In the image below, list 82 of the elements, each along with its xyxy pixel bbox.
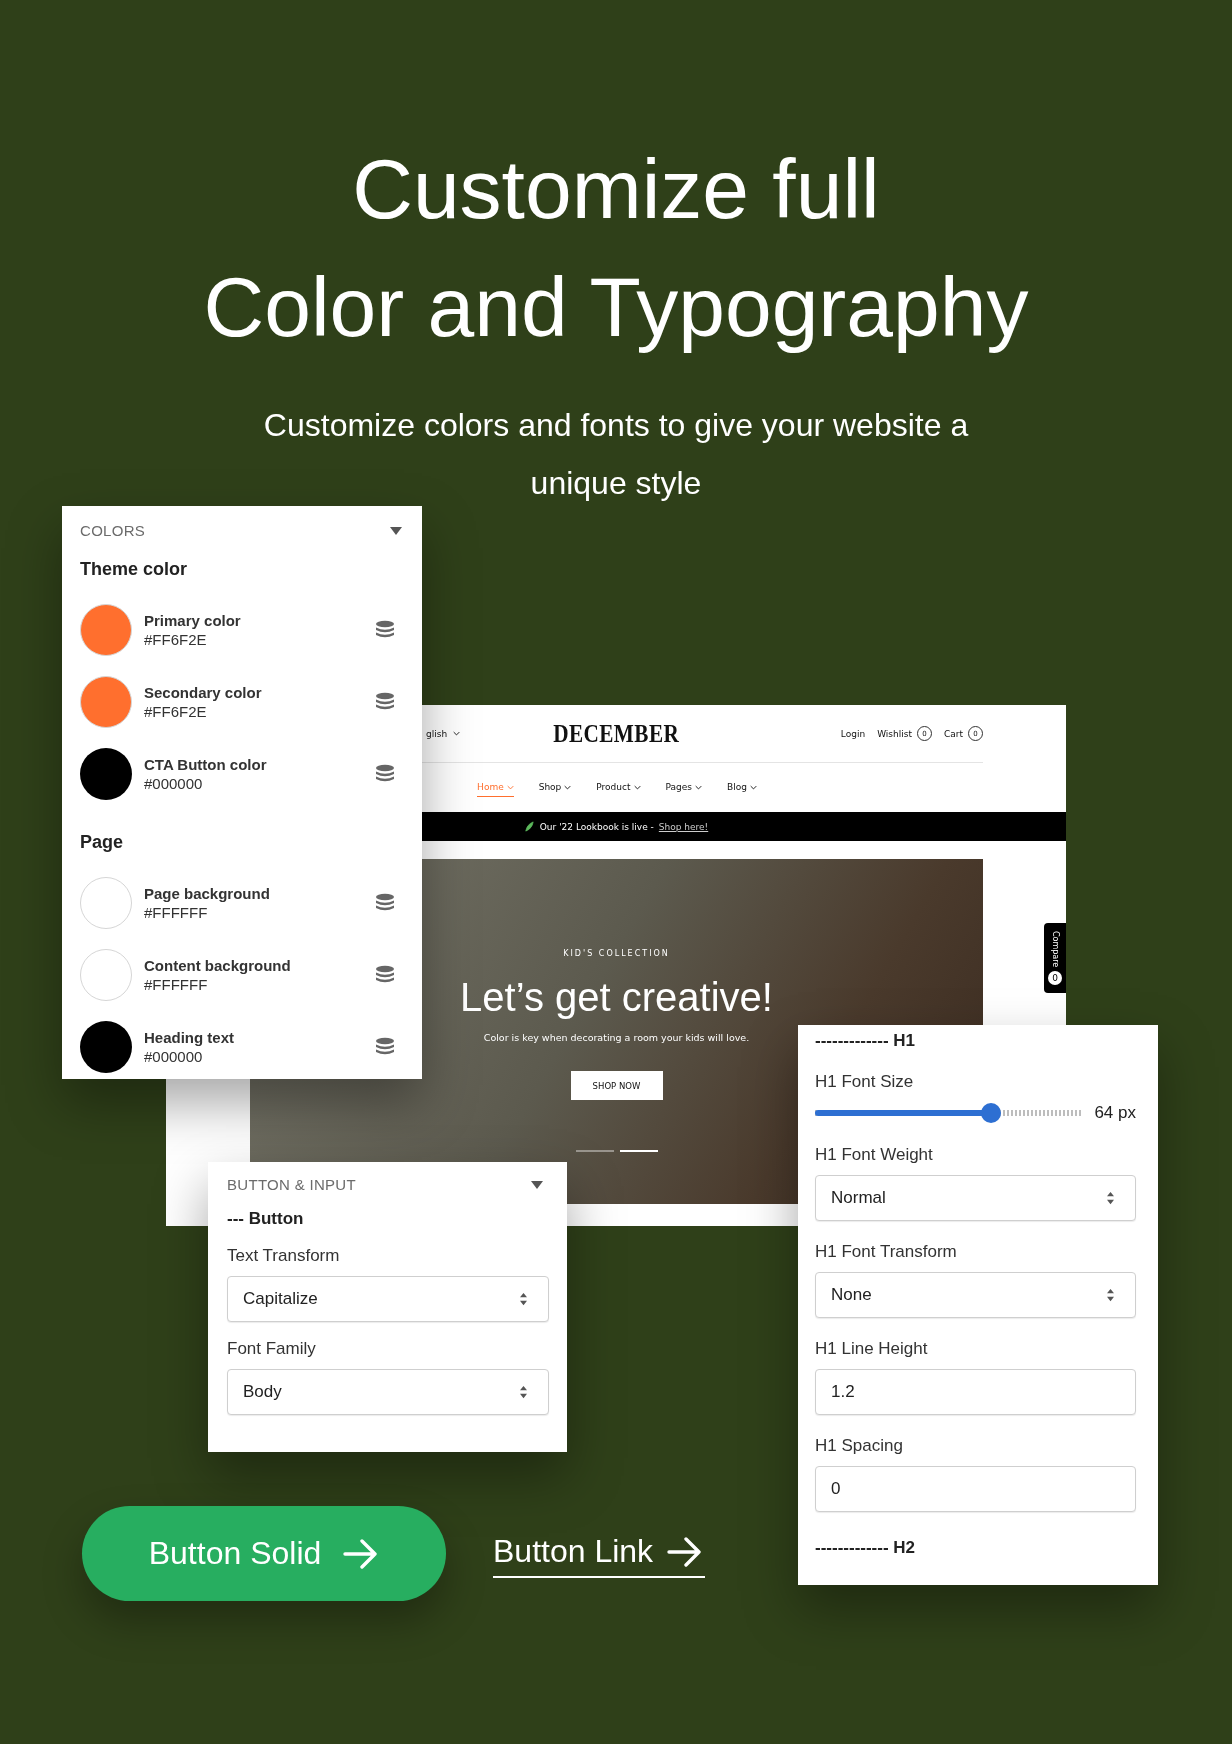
sort-arrows-icon — [1106, 1288, 1115, 1302]
field-label: H1 Font Weight — [815, 1145, 934, 1165]
color-value: #FF6F2E — [144, 631, 208, 648]
color-name: CTA Button color — [144, 756, 268, 773]
color-swatch[interactable] — [80, 604, 132, 656]
color-name: Content background — [144, 957, 292, 974]
caret-icon — [506, 784, 514, 790]
shop-link[interactable]: Shop here! — [658, 821, 709, 832]
color-swatch[interactable] — [80, 676, 132, 728]
account-link[interactable]: Wishlist — [877, 728, 912, 739]
select-field[interactable]: None — [815, 1272, 1136, 1318]
field-label: Font Family — [227, 1339, 317, 1359]
shop-now-button[interactable]: SHOP NOW — [570, 1071, 663, 1100]
select-field[interactable]: Normal — [815, 1175, 1136, 1221]
slider-thumb[interactable] — [981, 1103, 1002, 1123]
database-icon[interactable] — [375, 893, 395, 913]
sort-arrows-icon — [519, 1292, 528, 1306]
color-swatch[interactable] — [80, 1021, 132, 1073]
input-field[interactable]: 1.2 — [815, 1369, 1136, 1415]
section-heading: Page — [80, 832, 125, 853]
section-heading: --- Button — [227, 1209, 305, 1229]
nav-item[interactable]: Product — [596, 778, 641, 797]
sort-arrows-icon — [1106, 1191, 1115, 1205]
color-value: #FF6F2E — [144, 703, 208, 720]
database-icon[interactable] — [375, 1037, 395, 1057]
link-button[interactable]: Button Link — [493, 1529, 706, 1578]
color-value: #FFFFFF — [144, 976, 209, 993]
hero-text: Color is key when decorating a room your kids will love. — [483, 1032, 750, 1043]
database-icon[interactable] — [375, 692, 395, 712]
panel-title: BUTTON & INPUT — [227, 1176, 356, 1193]
section-heading: Theme color — [80, 559, 189, 580]
caret-icon — [749, 784, 757, 790]
headline: Customize full — [352, 141, 880, 238]
nav-item[interactable]: Pages — [665, 778, 702, 797]
field-label: H1 Font Transform — [815, 1242, 958, 1262]
section-heading: ------------- H1 — [815, 1031, 917, 1051]
language-selector[interactable]: glish — [426, 728, 448, 739]
caret-icon — [453, 731, 461, 736]
color-value: #000000 — [144, 775, 204, 792]
announcement-text: Our '22 Lookbook is live - — [539, 821, 654, 832]
hero-title: Let’s get creative! — [460, 974, 773, 1020]
color-swatch[interactable] — [80, 877, 132, 929]
color-swatch[interactable] — [80, 748, 132, 800]
account-link[interactable]: Cart — [943, 728, 963, 739]
field-label: H1 Line Height — [815, 1339, 929, 1359]
subtitle: Customize colors and fonts to give your website a unique style — [262, 406, 970, 503]
input-field[interactable]: 0 — [815, 1466, 1136, 1512]
database-icon[interactable] — [375, 764, 395, 784]
leaf-icon — [523, 821, 535, 832]
color-name: Page background — [144, 885, 271, 902]
hero-eyebrow: KID'S COLLECTION — [563, 949, 670, 958]
color-value: #000000 — [144, 1048, 204, 1065]
caret-icon — [564, 784, 572, 790]
arrow-right-icon — [667, 1536, 704, 1567]
logo[interactable]: DECEMBER — [553, 719, 680, 748]
color-value: #FFFFFF — [144, 904, 209, 921]
color-name: Secondary color — [144, 684, 263, 701]
arrow-right-icon — [343, 1538, 380, 1569]
caret-icon — [695, 784, 702, 790]
field-label: H1 Spacing — [815, 1436, 904, 1456]
select-field[interactable]: Body — [227, 1369, 549, 1415]
color-name: Heading text — [144, 1029, 235, 1046]
caret-icon — [633, 784, 641, 790]
color-name: Primary color — [144, 612, 242, 629]
section-heading: ------------- H2 — [815, 1538, 917, 1558]
nav-item[interactable]: Blog — [727, 778, 757, 797]
caret-icon[interactable] — [531, 1180, 543, 1189]
count-badge: 0 — [1048, 970, 1062, 985]
headline: Color and Typography — [203, 259, 1029, 356]
select-field[interactable]: Capitalize — [227, 1276, 549, 1322]
slider-value: 64 px — [1094, 1103, 1136, 1123]
nav-item[interactable]: Shop — [538, 778, 572, 797]
field-label: H1 Font Size — [815, 1072, 915, 1092]
compare-tab[interactable]: Compare 0 — [1044, 923, 1066, 993]
caret-icon[interactable] — [390, 526, 402, 535]
account-link[interactable]: Login — [840, 728, 866, 739]
database-icon[interactable] — [375, 620, 395, 640]
database-icon[interactable] — [375, 965, 395, 985]
sort-arrows-icon — [519, 1385, 528, 1399]
panel-title: COLORS — [80, 522, 146, 539]
field-label: Text Transform — [227, 1246, 341, 1266]
color-swatch[interactable] — [80, 949, 132, 1001]
